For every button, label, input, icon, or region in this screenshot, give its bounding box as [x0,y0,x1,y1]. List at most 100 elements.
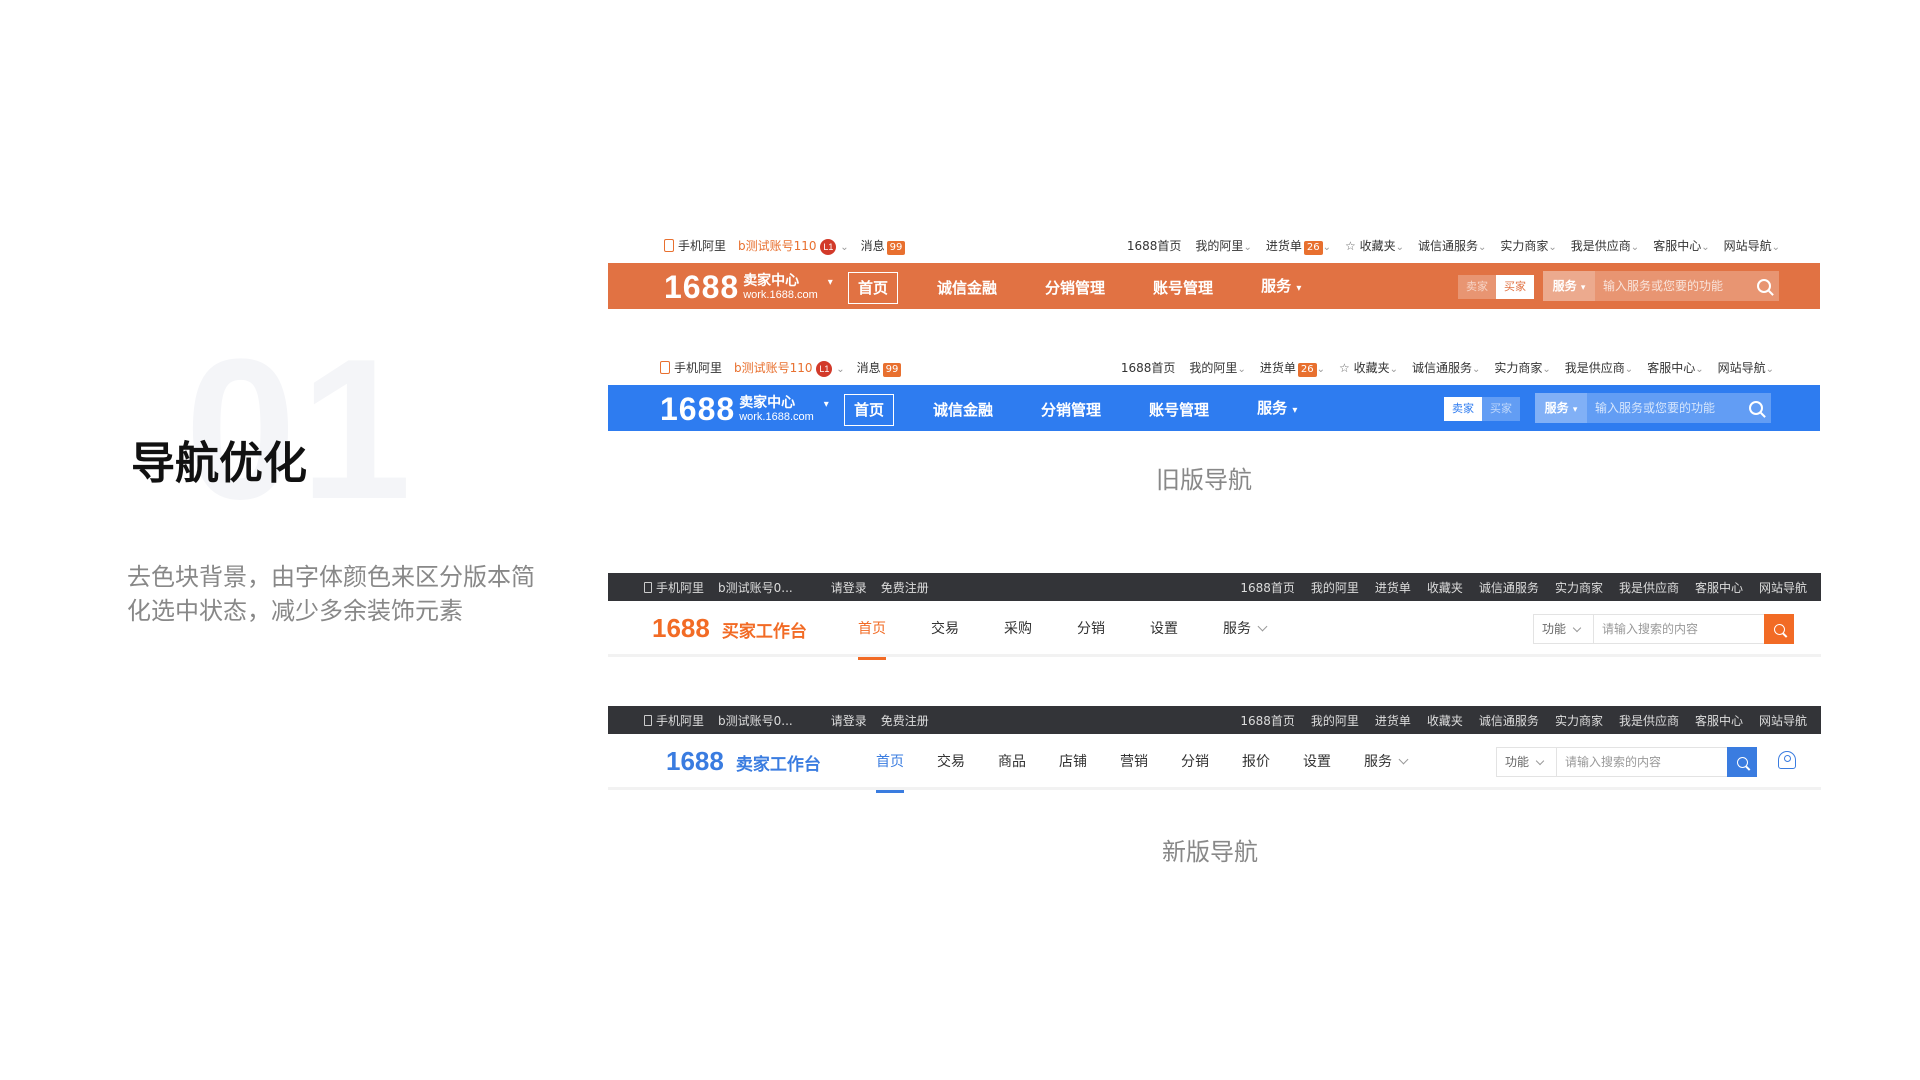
search-scope-select[interactable]: 功能 [1497,748,1557,776]
topbar-link-myali[interactable]: 我的阿里 [1311,712,1359,729]
topbar-link-cart[interactable]: 进货单 [1375,712,1411,729]
menu-item-finance[interactable]: 诚信金融 [928,273,1006,303]
menu-item-distribution[interactable]: 分销管理 [1036,273,1114,303]
menu-item-trade[interactable]: 交易 [937,734,965,790]
search-button[interactable] [1741,393,1771,423]
search-scope-select[interactable]: 服务 ▾ [1543,271,1595,301]
topbar-link-service[interactable]: 客服中心⌄ [1647,359,1703,376]
toggle-buyer[interactable]: 买家 [1482,397,1520,421]
phone-link[interactable]: 手机阿里 [660,359,722,376]
topbar-link-power[interactable]: 实力商家 [1555,579,1603,596]
phone-link[interactable]: 手机阿里 [644,579,704,596]
menu-item-store[interactable]: 店铺 [1059,734,1087,790]
menu-item-trade[interactable]: 交易 [931,601,959,657]
logo[interactable]: 1688 买家工作台 [652,613,807,644]
topbar-link-sitemap[interactable]: 网站导航⌄ [1724,237,1780,254]
menu-item-home[interactable]: 首页 [848,271,899,304]
search-input[interactable]: 输入服务或您要的功能 [1587,393,1741,423]
search-button[interactable] [1764,614,1794,644]
menu-item-service[interactable]: 服务 [1364,734,1409,790]
menu-item-settings[interactable]: 设置 [1150,601,1178,657]
topbar-link-favorites[interactable]: 收藏夹 [1427,712,1463,729]
topbar-link-service[interactable]: 客服中心⌄ [1653,237,1709,254]
menu-item-distribution[interactable]: 分销 [1077,601,1105,657]
topbar-link-myali[interactable]: 我的阿里⌄ [1189,359,1245,376]
menu-item-service[interactable]: 服务 [1223,601,1268,657]
map-pin-icon[interactable] [1778,751,1796,769]
topbar-link-sitemap[interactable]: 网站导航 [1759,579,1807,596]
menu-item-settings[interactable]: 设置 [1303,734,1331,790]
phone-link[interactable]: 手机阿里 [644,712,704,729]
menu-item-account[interactable]: 账号管理 [1144,273,1222,303]
search-button[interactable] [1727,747,1757,777]
toggle-buyer[interactable]: 买家 [1496,275,1534,299]
account-link[interactable]: b测试账号110 L1 ⌄ [738,237,849,255]
topbar-link-power[interactable]: 实力商家⌄ [1500,237,1556,254]
toggle-seller[interactable]: 卖家 [1458,275,1496,299]
phone-link[interactable]: 手机阿里 [664,237,726,254]
search-input[interactable]: 请输入搜索的内容 [1594,615,1764,643]
menu-item-service[interactable]: 服务 ▾ [1248,393,1306,426]
search-input[interactable]: 输入服务或您要的功能 [1595,271,1749,301]
topbar-link-cxt[interactable]: 诚信通服务 [1479,712,1539,729]
toggle-seller[interactable]: 卖家 [1444,397,1482,421]
topbar-link-cxt[interactable]: 诚信通服务⌄ [1418,237,1486,254]
topbar-link-myali[interactable]: 我的阿里⌄ [1195,237,1251,254]
login-link[interactable]: 请登录 [831,712,867,729]
logo[interactable]: 1688 卖家中心 work.1688.com ▾ [660,391,829,428]
menu-item-account[interactable]: 账号管理 [1140,395,1218,425]
topbar-link-home[interactable]: 1688首页 [1127,237,1182,254]
topbar-link-cart[interactable]: 进货单 26 ⌄ [1260,359,1325,377]
search-scope-select[interactable]: 功能 [1534,615,1594,643]
menu-item-quote[interactable]: 报价 [1242,734,1270,790]
topbar-link-power[interactable]: 实力商家 [1555,712,1603,729]
caret-down-icon[interactable]: ▾ [824,399,829,410]
topbar-link-favorites[interactable]: 收藏夹 [1427,579,1463,596]
topbar-link-cxt[interactable]: 诚信通服务 [1479,579,1539,596]
messages-link[interactable]: 消息 99 [861,237,906,255]
topbar-link-home[interactable]: 1688首页 [1121,359,1176,376]
topbar-link-service[interactable]: 客服中心 [1695,579,1743,596]
topbar-link-sitemap[interactable]: 网站导航⌄ [1718,359,1774,376]
topbar-link-cxt[interactable]: 诚信通服务⌄ [1412,359,1480,376]
topbar-link-supplier[interactable]: 我是供应商 [1619,712,1679,729]
topbar-link-myali[interactable]: 我的阿里 [1311,579,1359,596]
register-link[interactable]: 免费注册 [881,712,929,729]
topbar-link-supplier[interactable]: 我是供应商 [1619,579,1679,596]
login-link[interactable]: 请登录 [831,579,867,596]
topbar-link-sitemap[interactable]: 网站导航 [1759,712,1807,729]
topbar-link-supplier[interactable]: 我是供应商⌄ [1571,237,1639,254]
search-scope-select[interactable]: 服务 ▾ [1535,393,1587,423]
account-link[interactable]: b测试账号0... [718,579,793,596]
menu-item-finance[interactable]: 诚信金融 [924,395,1002,425]
topbar-link-supplier[interactable]: 我是供应商⌄ [1565,359,1633,376]
account-link[interactable]: b测试账号0... [718,712,793,729]
menu-item-home[interactable]: 首页 [844,393,895,426]
register-link[interactable]: 免费注册 [881,579,929,596]
menu-item-purchase[interactable]: 采购 [1004,601,1032,657]
menu-item-marketing[interactable]: 营销 [1120,734,1148,790]
menu-item-distribution[interactable]: 分销 [1181,734,1209,790]
topbar-link-favorites[interactable]: ☆ 收藏夹⌄ [1339,359,1398,376]
search-button[interactable] [1749,271,1779,301]
topbar-link-power[interactable]: 实力商家⌄ [1494,359,1550,376]
topbar-link-home[interactable]: 1688首页 [1240,579,1295,596]
menu-item-products[interactable]: 商品 [998,734,1026,790]
topbar-link-home[interactable]: 1688首页 [1240,712,1295,729]
topbar-link-cart[interactable]: 进货单 26 ⌄ [1266,237,1331,255]
topbar-link-cart[interactable]: 进货单 [1375,579,1411,596]
topbar-link-service[interactable]: 客服中心 [1695,712,1743,729]
logo[interactable]: 1688 卖家中心 work.1688.com ▾ [664,269,833,306]
messages-link[interactable]: 消息 99 [857,359,902,377]
menu-item-distribution[interactable]: 分销管理 [1032,395,1110,425]
role-toggle[interactable]: 卖家 买家 [1444,397,1520,421]
caret-down-icon[interactable]: ▾ [828,277,833,288]
menu-item-home[interactable]: 首页 [858,601,886,660]
topbar-link-favorites[interactable]: ☆ 收藏夹⌄ [1345,237,1404,254]
menu-item-home[interactable]: 首页 [876,734,904,793]
logo[interactable]: 1688 卖家工作台 [666,746,821,777]
role-toggle[interactable]: 卖家 买家 [1458,275,1534,299]
search-input[interactable]: 请输入搜索的内容 [1557,748,1727,776]
account-link[interactable]: b测试账号110 L1 ⌄ [734,359,845,377]
menu-item-service[interactable]: 服务 ▾ [1252,271,1310,304]
